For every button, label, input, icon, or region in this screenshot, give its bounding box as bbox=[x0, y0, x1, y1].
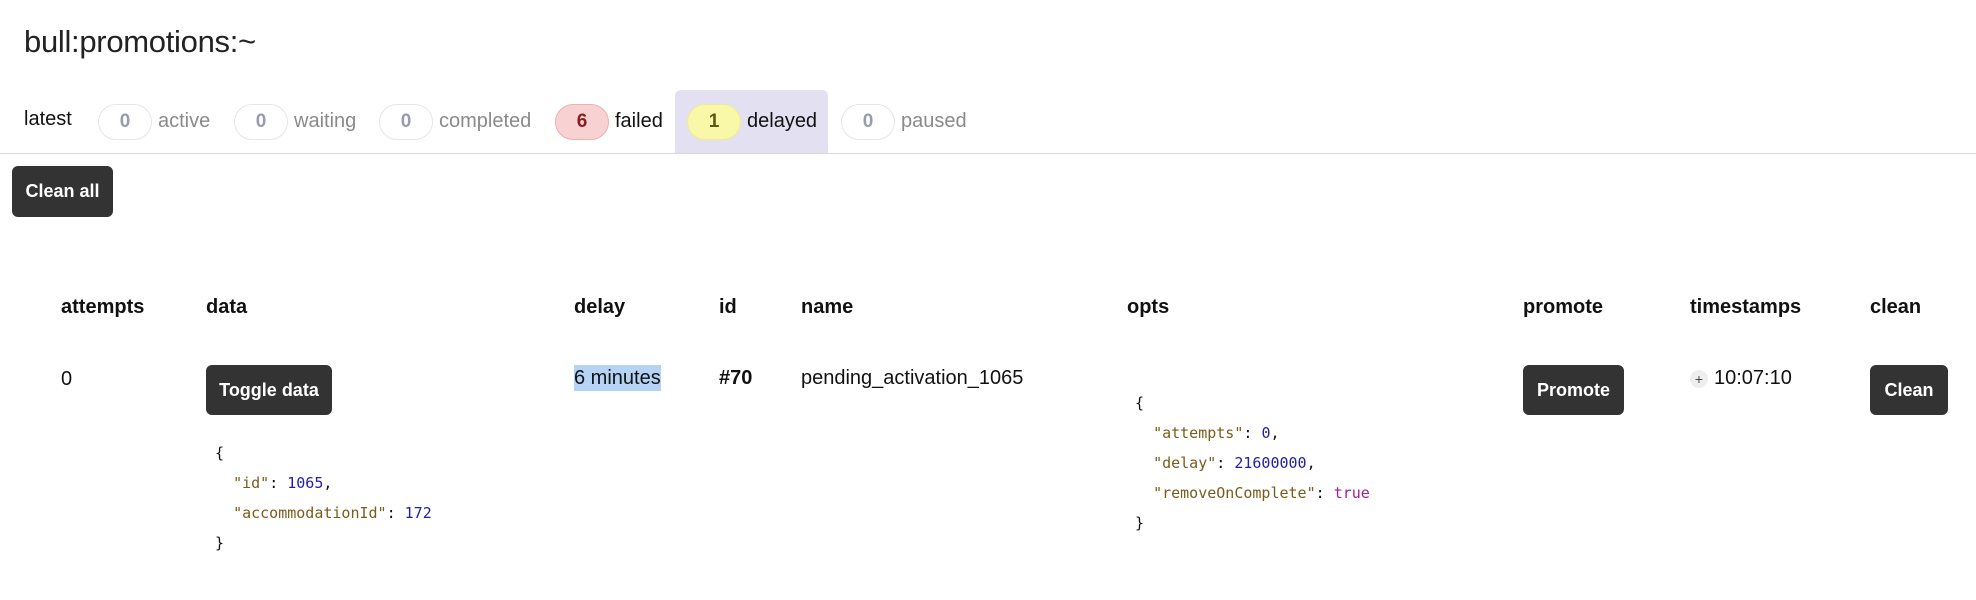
tab-delayed[interactable]: 1 delayed bbox=[675, 90, 828, 153]
header-delay: delay bbox=[574, 296, 626, 318]
job-data-json: { "id": 1065, "accommodationId": 172 } bbox=[215, 444, 432, 552]
json-key-accommodation-id: "accommodationId" bbox=[233, 504, 387, 522]
failed-count-badge: 6 bbox=[555, 103, 609, 140]
tab-failed-label: failed bbox=[615, 110, 663, 132]
json-value-attempts: 0 bbox=[1261, 424, 1271, 442]
json-value-remove-on-complete: true bbox=[1333, 484, 1370, 502]
paused-count-badge: 0 bbox=[841, 103, 895, 140]
header-attempts: attempts bbox=[61, 296, 145, 318]
tab-active-label: active bbox=[158, 110, 211, 132]
job-name: pending_activation_1065 bbox=[801, 367, 1024, 389]
json-key-id: "id" bbox=[233, 474, 270, 492]
clean-button[interactable]: Clean bbox=[1870, 365, 1948, 415]
tab-completed[interactable]: 0 completed bbox=[367, 90, 543, 153]
promote-button[interactable]: Promote bbox=[1523, 365, 1624, 415]
job-id: #70 bbox=[719, 367, 753, 389]
timestamp-value: 10:07:10 bbox=[1714, 367, 1792, 389]
json-value-id: 1065 bbox=[287, 474, 324, 492]
job-delay: 6 minutes bbox=[574, 365, 661, 391]
expand-timestamps-icon[interactable]: + bbox=[1690, 369, 1708, 388]
queue-title: bull:promotions:~ bbox=[24, 24, 256, 59]
json-close-brace: } bbox=[215, 534, 225, 552]
header-id: id bbox=[719, 296, 737, 318]
tab-delayed-label: delayed bbox=[747, 110, 818, 132]
tab-completed-label: completed bbox=[439, 110, 532, 132]
active-count-badge: 0 bbox=[98, 103, 152, 140]
header-name: name bbox=[801, 296, 854, 318]
header-clean: clean bbox=[1870, 296, 1922, 318]
header-data: data bbox=[206, 296, 248, 318]
json-key-delay: "delay" bbox=[1153, 454, 1217, 472]
clean-all-button[interactable]: Clean all bbox=[12, 166, 113, 217]
tab-waiting-label: waiting bbox=[294, 110, 357, 132]
tab-paused-label: paused bbox=[901, 110, 967, 132]
job-opts-json: { "attempts": 0, "delay": 21600000, "rem… bbox=[1135, 394, 1370, 532]
json-open-brace: { bbox=[1135, 394, 1145, 412]
completed-count-badge: 0 bbox=[379, 103, 433, 140]
tab-waiting[interactable]: 0 waiting bbox=[222, 90, 368, 153]
json-key-attempts: "attempts" bbox=[1153, 424, 1244, 442]
tab-paused[interactable]: 0 paused bbox=[829, 90, 979, 153]
json-key-remove-on-complete: "removeOnComplete" bbox=[1153, 484, 1316, 502]
header-opts: opts bbox=[1127, 296, 1170, 318]
header-timestamps: timestamps bbox=[1690, 296, 1802, 318]
delay-text: 6 minutes bbox=[574, 365, 661, 391]
job-timestamps: +10:07:10 bbox=[1690, 367, 1792, 390]
status-tabs: latest 0 active 0 waiting 0 completed 6 … bbox=[0, 90, 1976, 154]
tab-latest[interactable]: latest bbox=[24, 108, 72, 131]
json-value-delay: 21600000 bbox=[1234, 454, 1307, 472]
json-open-brace: { bbox=[215, 444, 225, 462]
tab-failed[interactable]: 6 failed bbox=[543, 90, 675, 153]
delayed-count-badge: 1 bbox=[687, 103, 741, 140]
json-close-brace: } bbox=[1135, 514, 1145, 532]
json-value-accommodation-id: 172 bbox=[404, 504, 432, 522]
job-attempts: 0 bbox=[61, 368, 73, 390]
header-promote: promote bbox=[1523, 296, 1603, 318]
tab-active[interactable]: 0 active bbox=[86, 90, 222, 153]
toggle-data-button[interactable]: Toggle data bbox=[206, 365, 332, 415]
waiting-count-badge: 0 bbox=[234, 103, 288, 140]
